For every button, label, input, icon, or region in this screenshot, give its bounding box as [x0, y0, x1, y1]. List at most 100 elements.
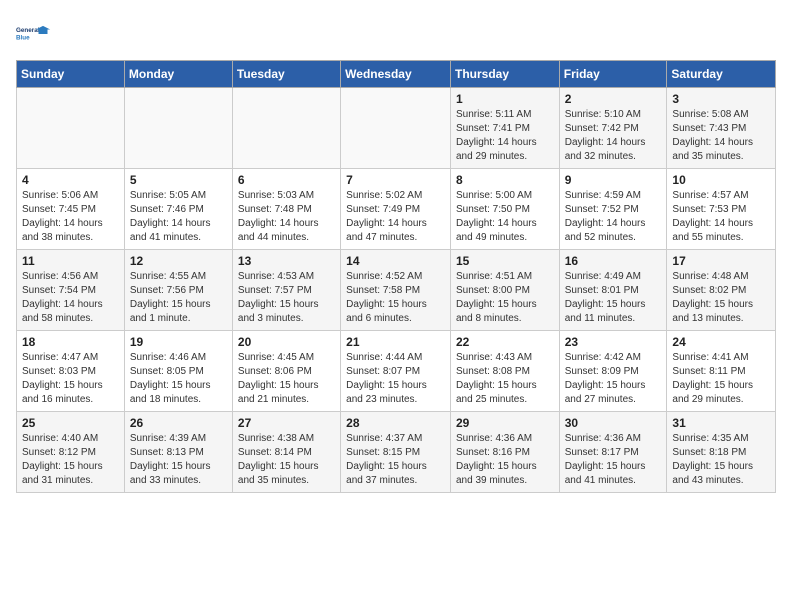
- weekday-header-monday: Monday: [124, 61, 232, 88]
- day-info: Sunrise: 4:44 AM Sunset: 8:07 PM Dayligh…: [346, 351, 445, 407]
- day-info: Sunrise: 4:59 AM Sunset: 7:52 PM Dayligh…: [565, 189, 662, 245]
- day-info: Sunrise: 4:40 AM Sunset: 8:12 PM Dayligh…: [22, 432, 119, 488]
- day-number: 30: [565, 416, 662, 430]
- day-number: 4: [22, 173, 119, 187]
- day-number: 14: [346, 254, 445, 268]
- week-row-2: 4 Sunrise: 5:06 AM Sunset: 7:45 PM Daylig…: [17, 169, 776, 250]
- calendar-cell: 20 Sunrise: 4:45 AM Sunset: 8:06 PM Dayli…: [232, 331, 340, 412]
- day-info: Sunrise: 4:51 AM Sunset: 8:00 PM Dayligh…: [456, 270, 554, 326]
- day-number: 31: [672, 416, 770, 430]
- calendar-cell: 29 Sunrise: 4:36 AM Sunset: 8:16 PM Dayli…: [450, 412, 559, 493]
- week-row-4: 18 Sunrise: 4:47 AM Sunset: 8:03 PM Dayli…: [17, 331, 776, 412]
- day-info: Sunrise: 5:08 AM Sunset: 7:43 PM Dayligh…: [672, 108, 770, 164]
- day-number: 8: [456, 173, 554, 187]
- calendar-cell: 16 Sunrise: 4:49 AM Sunset: 8:01 PM Dayli…: [559, 250, 667, 331]
- calendar-cell: 8 Sunrise: 5:00 AM Sunset: 7:50 PM Daylig…: [450, 169, 559, 250]
- day-number: 10: [672, 173, 770, 187]
- day-info: Sunrise: 5:03 AM Sunset: 7:48 PM Dayligh…: [238, 189, 335, 245]
- calendar-cell: 4 Sunrise: 5:06 AM Sunset: 7:45 PM Daylig…: [17, 169, 125, 250]
- day-info: Sunrise: 4:35 AM Sunset: 8:18 PM Dayligh…: [672, 432, 770, 488]
- week-row-3: 11 Sunrise: 4:56 AM Sunset: 7:54 PM Dayli…: [17, 250, 776, 331]
- calendar-cell: 31 Sunrise: 4:35 AM Sunset: 8:18 PM Dayli…: [667, 412, 776, 493]
- day-number: 17: [672, 254, 770, 268]
- calendar-table: SundayMondayTuesdayWednesdayThursdayFrid…: [16, 60, 776, 493]
- day-number: 28: [346, 416, 445, 430]
- calendar-cell: 26 Sunrise: 4:39 AM Sunset: 8:13 PM Dayli…: [124, 412, 232, 493]
- day-info: Sunrise: 4:37 AM Sunset: 8:15 PM Dayligh…: [346, 432, 445, 488]
- day-number: 26: [130, 416, 227, 430]
- day-info: Sunrise: 4:36 AM Sunset: 8:16 PM Dayligh…: [456, 432, 554, 488]
- day-info: Sunrise: 4:42 AM Sunset: 8:09 PM Dayligh…: [565, 351, 662, 407]
- day-info: Sunrise: 4:53 AM Sunset: 7:57 PM Dayligh…: [238, 270, 335, 326]
- day-info: Sunrise: 4:36 AM Sunset: 8:17 PM Dayligh…: [565, 432, 662, 488]
- day-number: 29: [456, 416, 554, 430]
- day-info: Sunrise: 4:43 AM Sunset: 8:08 PM Dayligh…: [456, 351, 554, 407]
- calendar-cell: 22Sunrise: 4:43 AM Sunset: 8:08 PM Dayli…: [450, 331, 559, 412]
- day-info: Sunrise: 4:57 AM Sunset: 7:53 PM Dayligh…: [672, 189, 770, 245]
- day-info: Sunrise: 4:46 AM Sunset: 8:05 PM Dayligh…: [130, 351, 227, 407]
- calendar-cell: [17, 88, 125, 169]
- day-info: Sunrise: 5:02 AM Sunset: 7:49 PM Dayligh…: [346, 189, 445, 245]
- day-number: 2: [565, 92, 662, 106]
- calendar-cell: 2 Sunrise: 5:10 AM Sunset: 7:42 PM Daylig…: [559, 88, 667, 169]
- day-number: 18: [22, 335, 119, 349]
- calendar-cell: 30 Sunrise: 4:36 AM Sunset: 8:17 PM Dayli…: [559, 412, 667, 493]
- day-number: 20: [238, 335, 335, 349]
- day-number: 16: [565, 254, 662, 268]
- weekday-header-row: SundayMondayTuesdayWednesdayThursdayFrid…: [17, 61, 776, 88]
- day-info: Sunrise: 5:00 AM Sunset: 7:50 PM Dayligh…: [456, 189, 554, 245]
- day-info: Sunrise: 4:47 AM Sunset: 8:03 PM Dayligh…: [22, 351, 119, 407]
- calendar-cell: 13 Sunrise: 4:53 AM Sunset: 7:57 PM Dayli…: [232, 250, 340, 331]
- day-info: Sunrise: 4:48 AM Sunset: 8:02 PM Dayligh…: [672, 270, 770, 326]
- day-info: Sunrise: 4:41 AM Sunset: 8:11 PM Dayligh…: [672, 351, 770, 407]
- day-info: Sunrise: 4:39 AM Sunset: 8:13 PM Dayligh…: [130, 432, 227, 488]
- day-info: Sunrise: 4:55 AM Sunset: 7:56 PM Dayligh…: [130, 270, 227, 326]
- calendar-cell: 5 Sunrise: 5:05 AM Sunset: 7:46 PM Daylig…: [124, 169, 232, 250]
- weekday-header-tuesday: Tuesday: [232, 61, 340, 88]
- day-info: Sunrise: 5:06 AM Sunset: 7:45 PM Dayligh…: [22, 189, 119, 245]
- calendar-cell: 23 Sunrise: 4:42 AM Sunset: 8:09 PM Dayli…: [559, 331, 667, 412]
- day-number: 19: [130, 335, 227, 349]
- calendar-cell: 14Sunrise: 4:52 AM Sunset: 7:58 PM Dayli…: [341, 250, 451, 331]
- calendar-cell: 15 Sunrise: 4:51 AM Sunset: 8:00 PM Dayli…: [450, 250, 559, 331]
- calendar-cell: 17 Sunrise: 4:48 AM Sunset: 8:02 PM Dayli…: [667, 250, 776, 331]
- day-number: 1: [456, 92, 554, 106]
- calendar-cell: [232, 88, 340, 169]
- day-number: 6: [238, 173, 335, 187]
- calendar-cell: 1 Sunrise: 5:11 AM Sunset: 7:41 PM Daylig…: [450, 88, 559, 169]
- calendar-cell: 12 Sunrise: 4:55 AM Sunset: 7:56 PM Dayli…: [124, 250, 232, 331]
- calendar-cell: 25Sunrise: 4:40 AM Sunset: 8:12 PM Dayli…: [17, 412, 125, 493]
- day-number: 11: [22, 254, 119, 268]
- day-number: 15: [456, 254, 554, 268]
- day-number: 7: [346, 173, 445, 187]
- day-info: Sunrise: 4:56 AM Sunset: 7:54 PM Dayligh…: [22, 270, 119, 326]
- calendar-cell: 11 Sunrise: 4:56 AM Sunset: 7:54 PM Dayli…: [17, 250, 125, 331]
- day-number: 27: [238, 416, 335, 430]
- calendar-cell: 10 Sunrise: 4:57 AM Sunset: 7:53 PM Dayli…: [667, 169, 776, 250]
- day-info: Sunrise: 4:38 AM Sunset: 8:14 PM Dayligh…: [238, 432, 335, 488]
- logo: GeneralBlue: [16, 16, 52, 52]
- day-number: 23: [565, 335, 662, 349]
- logo-icon: GeneralBlue: [16, 16, 52, 52]
- day-info: Sunrise: 5:05 AM Sunset: 7:46 PM Dayligh…: [130, 189, 227, 245]
- calendar-cell: 7 Sunrise: 5:02 AM Sunset: 7:49 PM Daylig…: [341, 169, 451, 250]
- calendar-cell: 28 Sunrise: 4:37 AM Sunset: 8:15 PM Dayli…: [341, 412, 451, 493]
- day-number: 5: [130, 173, 227, 187]
- page-header: GeneralBlue: [16, 16, 776, 52]
- weekday-header-saturday: Saturday: [667, 61, 776, 88]
- weekday-header-sunday: Sunday: [17, 61, 125, 88]
- calendar-cell: 3Sunrise: 5:08 AM Sunset: 7:43 PM Daylig…: [667, 88, 776, 169]
- calendar-cell: [341, 88, 451, 169]
- calendar-cell: 6 Sunrise: 5:03 AM Sunset: 7:48 PM Daylig…: [232, 169, 340, 250]
- day-number: 12: [130, 254, 227, 268]
- day-info: Sunrise: 4:49 AM Sunset: 8:01 PM Dayligh…: [565, 270, 662, 326]
- day-info: Sunrise: 5:10 AM Sunset: 7:42 PM Dayligh…: [565, 108, 662, 164]
- calendar-cell: 27 Sunrise: 4:38 AM Sunset: 8:14 PM Dayli…: [232, 412, 340, 493]
- calendar-cell: [124, 88, 232, 169]
- day-number: 9: [565, 173, 662, 187]
- day-info: Sunrise: 5:11 AM Sunset: 7:41 PM Dayligh…: [456, 108, 554, 164]
- weekday-header-wednesday: Wednesday: [341, 61, 451, 88]
- day-info: Sunrise: 4:45 AM Sunset: 8:06 PM Dayligh…: [238, 351, 335, 407]
- calendar-cell: 21Sunrise: 4:44 AM Sunset: 8:07 PM Dayli…: [341, 331, 451, 412]
- day-number: 13: [238, 254, 335, 268]
